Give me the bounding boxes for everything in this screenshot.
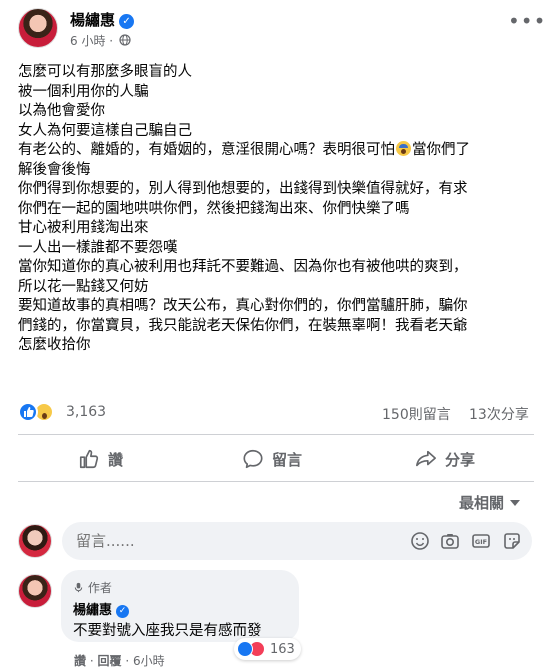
globe-icon (119, 34, 131, 46)
scream-face-emoji-icon (396, 141, 411, 156)
camera-icon[interactable] (440, 531, 460, 551)
share-label: 分享 (445, 450, 476, 469)
gif-icon[interactable]: GIF (471, 531, 491, 551)
thumbs-up-icon (79, 449, 99, 469)
divider (18, 481, 534, 482)
comments-count[interactable]: 150則留言 (382, 404, 451, 424)
post-line: 所以花一點錢又何妨 (18, 278, 149, 295)
sticker-icon[interactable] (502, 531, 522, 551)
post-line-with-emoji: 有老公的、離婚的，有婚姻的，意淫很開心嗎？表明很可怕 當你們了 (18, 141, 538, 161)
caret-down-icon (510, 500, 521, 506)
verified-badge-icon: ✓ (119, 14, 135, 29)
comment-composer: GIF (0, 522, 552, 564)
post-header: 楊繡惠 ✓ 6 小時 · ••• (0, 0, 552, 56)
like-button[interactable]: 讚 (68, 441, 133, 477)
comment-input[interactable] (62, 522, 532, 560)
more-options-button[interactable]: ••• (508, 10, 545, 40)
emoji-icon[interactable] (410, 531, 430, 551)
post-time[interactable]: 6 小時 (70, 34, 105, 48)
author-badge-label: 作者 (87, 581, 112, 595)
meta-separator: · (109, 34, 114, 48)
share-arrow-icon (416, 450, 436, 467)
post-meta: 6 小時 · (70, 32, 131, 49)
comment-author[interactable]: 楊繡惠 (73, 603, 112, 618)
comment-reply-button[interactable]: 回覆 (98, 654, 122, 668)
post-line: 以為他會愛你 (18, 103, 105, 119)
post-line: 怎麼收拾你 (18, 337, 91, 353)
post-line: 一人出一樣誰都不要怨嘆 (18, 239, 178, 256)
post-body: 怎麼可以有那麼多眼盲的人 被一個利用你的人騙 以為他會愛你 女人為何要這樣自己騙… (18, 63, 538, 356)
commenter-avatar[interactable] (18, 574, 52, 608)
post-line: 解後會後悔 (18, 161, 91, 178)
comment-sort-dropdown[interactable]: 最相關 (459, 492, 521, 513)
like-label: 讚 (108, 450, 124, 469)
dot-separator: · (89, 654, 94, 668)
verified-badge-icon: ✓ (116, 605, 130, 618)
comment-item: 作者 楊繡惠 ✓ 不要對號入座我只是有感而發 163 讚 · 回覆 · 6小時 (0, 570, 552, 671)
speech-bubble-icon (243, 449, 263, 469)
comment-like-button[interactable]: 讚 (74, 654, 86, 668)
like-reaction-icon[interactable] (18, 402, 38, 422)
post-line-part: 有老公的、離婚的，有婚姻的，意淫很開心嗎？表明很可怕 (18, 142, 395, 158)
post-line: 怎麼可以有那麼多眼盲的人 (18, 64, 192, 80)
action-bar: 讚 留言 分享 (0, 438, 552, 480)
like-reaction-icon (237, 641, 253, 657)
author-badge: 作者 (73, 579, 112, 596)
comment-bubble: 作者 楊繡惠 ✓ 不要對號入座我只是有感而發 (61, 570, 299, 642)
author-avatar[interactable] (18, 8, 58, 48)
post-stats: 3,163 150則留言 13次分享 (0, 398, 552, 428)
thumbs-up-icon (24, 407, 34, 417)
comment-button[interactable]: 留言 (232, 441, 312, 477)
svg-text:GIF: GIF (475, 538, 487, 546)
reactions-count[interactable]: 3,163 (66, 404, 106, 420)
comment-reaction-count: 163 (270, 641, 295, 657)
post-line: 們錢的，你當寶貝，我只能說老天保佑你們，在裝無辜啊！我看老天爺 (18, 317, 468, 334)
share-button[interactable]: 分享 (405, 441, 485, 477)
dot-separator: · (125, 654, 130, 668)
comment-author-row: 楊繡惠 ✓ (73, 599, 130, 618)
author-name[interactable]: 楊繡惠 (70, 11, 115, 29)
post-line: 你們得到你想要的，別人得到他想要的，出錢得到快樂值得就好，有求 (18, 181, 468, 197)
microphone-icon (74, 582, 83, 593)
divider (18, 434, 534, 435)
post-line: 甘心被利用錢淘出來 (18, 220, 149, 236)
post-line: 你們在一起的園地哄哄你們，然後把錢淘出來、你們快樂了嗎 (18, 200, 410, 217)
post-line-part: 當你們了 (412, 142, 470, 158)
author-name-row: 楊繡惠 ✓ (70, 9, 135, 30)
current-user-avatar[interactable] (18, 524, 52, 558)
post-line: 當你知道你的真心被利用也拜託不要難過、因為你也有被他哄的爽到， (18, 259, 468, 275)
ellipsis-icon: ••• (508, 9, 547, 33)
post-line: 被一個利用你的人騙 (18, 83, 149, 100)
post-line: 女人為何要這樣自己騙自己 (18, 122, 192, 139)
comment-text: 不要對號入座我只是有感而發 (73, 623, 262, 639)
comment-actions: 讚 · 回覆 · 6小時 (74, 652, 165, 669)
post-line: 要知道故事的真相嗎？改天公布，真心對你們的，你們當驢肝肺，騙你 (18, 298, 468, 314)
shares-count[interactable]: 13次分享 (469, 404, 529, 424)
comment-reactions[interactable]: 163 (234, 638, 301, 660)
comment-label: 留言 (272, 450, 303, 469)
comment-time[interactable]: 6小時 (133, 654, 165, 668)
sort-label: 最相關 (459, 494, 505, 512)
